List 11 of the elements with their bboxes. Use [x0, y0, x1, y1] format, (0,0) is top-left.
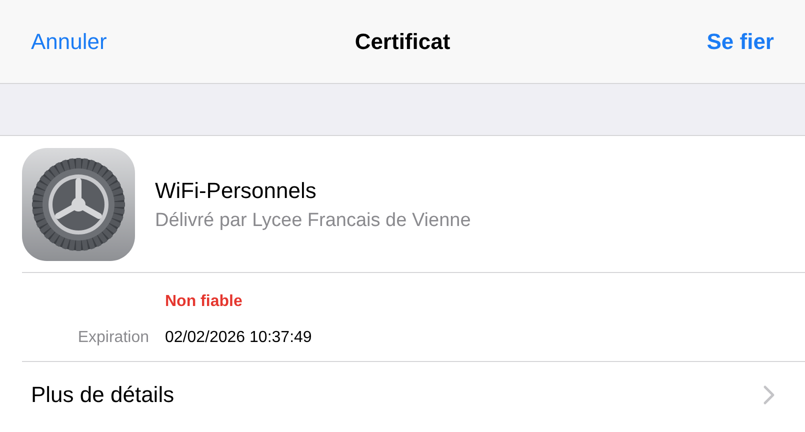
- nav-title: Certificat: [354, 28, 450, 54]
- certificate-name: WiFi-Personnels: [155, 178, 318, 204]
- detail-value: 02/02/2026 10:37:49: [165, 329, 313, 347]
- issuer-text: Délivré par Lycee Francais de Vienne: [155, 210, 471, 232]
- gear-icon: [22, 148, 135, 261]
- cancel-button[interactable]: Annuler: [31, 28, 107, 54]
- trust-status: Non fiable: [165, 293, 244, 311]
- more-details-link[interactable]: Plus de détails: [31, 382, 174, 408]
- detail-label: Expiration: [76, 329, 149, 347]
- chevron-icon: [763, 385, 775, 405]
- trust-button[interactable]: Se fier: [706, 28, 774, 54]
